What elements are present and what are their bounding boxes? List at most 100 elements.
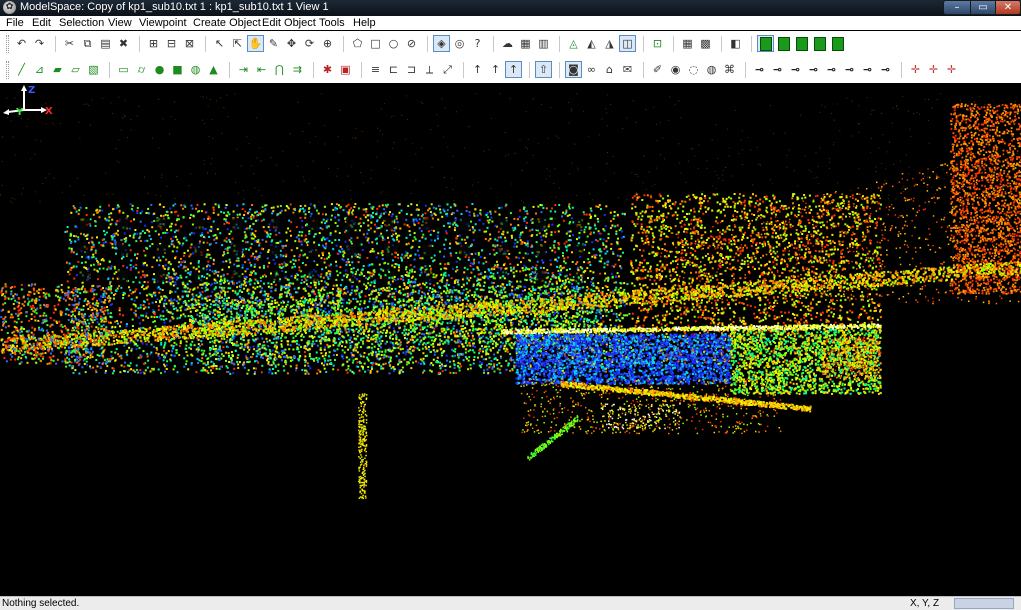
offset-button[interactable]: ⇉	[290, 62, 305, 77]
mesh-close-button[interactable]: ◫	[620, 36, 635, 51]
undo-button[interactable]: ↶	[14, 36, 29, 51]
draw-patch-button[interactable]: ▱	[68, 62, 83, 77]
green-block-3[interactable]	[794, 36, 809, 51]
mesh-select-button[interactable]: ◮	[602, 36, 617, 51]
layer-c-button[interactable]: ⊸	[788, 62, 803, 77]
section-button[interactable]: ⊏	[386, 62, 401, 77]
pencil-button[interactable]: ✎	[266, 36, 281, 51]
paste-button[interactable]: ▤	[98, 36, 113, 51]
point-cloud-viewport[interactable]: Z Y X	[0, 83, 1021, 596]
menu-file[interactable]: File	[6, 16, 24, 30]
note-button[interactable]: ✉	[620, 62, 635, 77]
group-button[interactable]: ⊞	[146, 36, 161, 51]
menu-selection[interactable]: Selection	[59, 16, 104, 30]
orbit-button[interactable]: ◎	[452, 36, 467, 51]
layer-a-button[interactable]: ⊸	[752, 62, 767, 77]
lock-button[interactable]: ⌘	[722, 62, 737, 77]
clip-button[interactable]: ⊐	[404, 62, 419, 77]
grid-snap-button[interactable]: ▩	[698, 36, 713, 51]
fit-cone-button[interactable]: ▲	[206, 62, 221, 77]
globe-button[interactable]: ◉	[668, 62, 683, 77]
fit-plane-button[interactable]: ▭	[116, 62, 131, 77]
merge-button[interactable]: ⊠	[182, 36, 197, 51]
layer-b-button[interactable]: ⊸	[770, 62, 785, 77]
select-sub-button[interactable]: ⇱	[230, 36, 245, 51]
draw-line-button[interactable]: ╱	[14, 62, 29, 77]
fence-circle-button[interactable]: ○	[386, 36, 401, 51]
bug-button[interactable]: ✱	[320, 62, 335, 77]
green-block-5[interactable]	[830, 36, 845, 51]
image-button[interactable]: ▣	[338, 62, 353, 77]
snapshot-button[interactable]: ◙	[566, 62, 581, 77]
menu-tools[interactable]: Tools	[319, 16, 345, 30]
move-cross-button[interactable]: ✥	[284, 36, 299, 51]
draw-mesh-button[interactable]: ▧	[86, 62, 101, 77]
title-bar[interactable]: ✿ ModelSpace: Copy of kp1_sub10.txt 1 : …	[0, 0, 1021, 16]
close-button[interactable]: ✕	[995, 0, 1021, 15]
pan-hand-button[interactable]: ✋	[248, 36, 263, 51]
fit-button[interactable]: ⊡	[650, 36, 665, 51]
green-block-1[interactable]	[758, 36, 773, 51]
mesh-fit-button[interactable]: ◬	[566, 36, 581, 51]
redo-button[interactable]: ↷	[32, 36, 47, 51]
rotate-button[interactable]: ⟳	[302, 36, 317, 51]
draw-surface-button[interactable]: ▰	[50, 62, 65, 77]
cloud-slice-button[interactable]: ▥	[536, 36, 551, 51]
minimize-button[interactable]: –	[943, 0, 971, 15]
draw-poly-button[interactable]: ⊿	[32, 62, 47, 77]
ty-button[interactable]: ↑	[488, 62, 503, 77]
copy-button[interactable]: ⧉	[80, 36, 95, 51]
menu-viewpoint[interactable]: Viewpoint	[139, 16, 187, 30]
scale-button[interactable]: ⤢	[440, 62, 455, 77]
green-block-4[interactable]	[812, 36, 827, 51]
layer-button[interactable]: ◧	[728, 36, 743, 51]
fit-cylinder-button[interactable]: ⌭	[134, 62, 149, 77]
layer-f-button[interactable]: ⊸	[842, 62, 857, 77]
cloud-color-button[interactable]: ▦	[518, 36, 533, 51]
layer-g-button[interactable]: ⊸	[860, 62, 875, 77]
help-pointer-button[interactable]: ?	[470, 36, 485, 51]
delete-button[interactable]: ✖	[116, 36, 131, 51]
menu-view[interactable]: View	[108, 16, 132, 30]
layer-d-button[interactable]: ⊸	[806, 62, 821, 77]
tz-button[interactable]: ↑	[506, 62, 521, 77]
coord-x-button[interactable]: ✛	[908, 62, 923, 77]
tag-button[interactable]: ⌂	[602, 62, 617, 77]
cut-button[interactable]: ✂	[62, 36, 77, 51]
layer-e-button[interactable]: ⊸	[824, 62, 839, 77]
ungroup-button[interactable]: ⊟	[164, 36, 179, 51]
measure-button[interactable]: ⟂	[422, 62, 437, 77]
intersect-button[interactable]: ⋂	[272, 62, 287, 77]
fence-rect-button[interactable]: □	[368, 36, 383, 51]
menu-edit[interactable]: Edit	[32, 16, 51, 30]
layer-h-button[interactable]: ⊸	[878, 62, 893, 77]
link-button[interactable]: ∞	[584, 62, 599, 77]
show-button[interactable]: ◍	[704, 62, 719, 77]
grid-button[interactable]: ▦	[680, 36, 695, 51]
fit-box-button[interactable]: ■	[170, 62, 185, 77]
menu-create-object[interactable]: Create Object	[193, 16, 261, 30]
mesh-edit-button[interactable]: ◭	[584, 36, 599, 51]
extend-button[interactable]: ⇥	[236, 62, 251, 77]
coord-y-button[interactable]: ✛	[926, 62, 941, 77]
fence-poly-button[interactable]: ⬠	[350, 36, 365, 51]
cloud-tool-button[interactable]: ☁	[500, 36, 515, 51]
zoom-button[interactable]: ⊕	[320, 36, 335, 51]
maximize-button[interactable]: ▭	[970, 0, 996, 15]
toolbar-grip[interactable]	[6, 35, 9, 53]
toolbar-grip[interactable]	[6, 61, 9, 79]
menu-edit-object[interactable]: Edit Object	[262, 16, 316, 30]
fence-clear-button[interactable]: ⊘	[404, 36, 419, 51]
up-arrow-button[interactable]: ⇧	[536, 62, 551, 77]
stack-button[interactable]: ≡	[368, 62, 383, 77]
paint-button[interactable]: ✐	[650, 62, 665, 77]
menu-help[interactable]: Help	[353, 16, 376, 30]
view-mode-button[interactable]: ◈	[434, 36, 449, 51]
trim-button[interactable]: ⇤	[254, 62, 269, 77]
fit-torus-button[interactable]: ◍	[188, 62, 203, 77]
fit-sphere-button[interactable]: ●	[152, 62, 167, 77]
hide-button[interactable]: ◌	[686, 62, 701, 77]
coord-z-button[interactable]: ✛	[944, 62, 959, 77]
green-block-2[interactable]	[776, 36, 791, 51]
select-arrow-button[interactable]: ↖	[212, 36, 227, 51]
